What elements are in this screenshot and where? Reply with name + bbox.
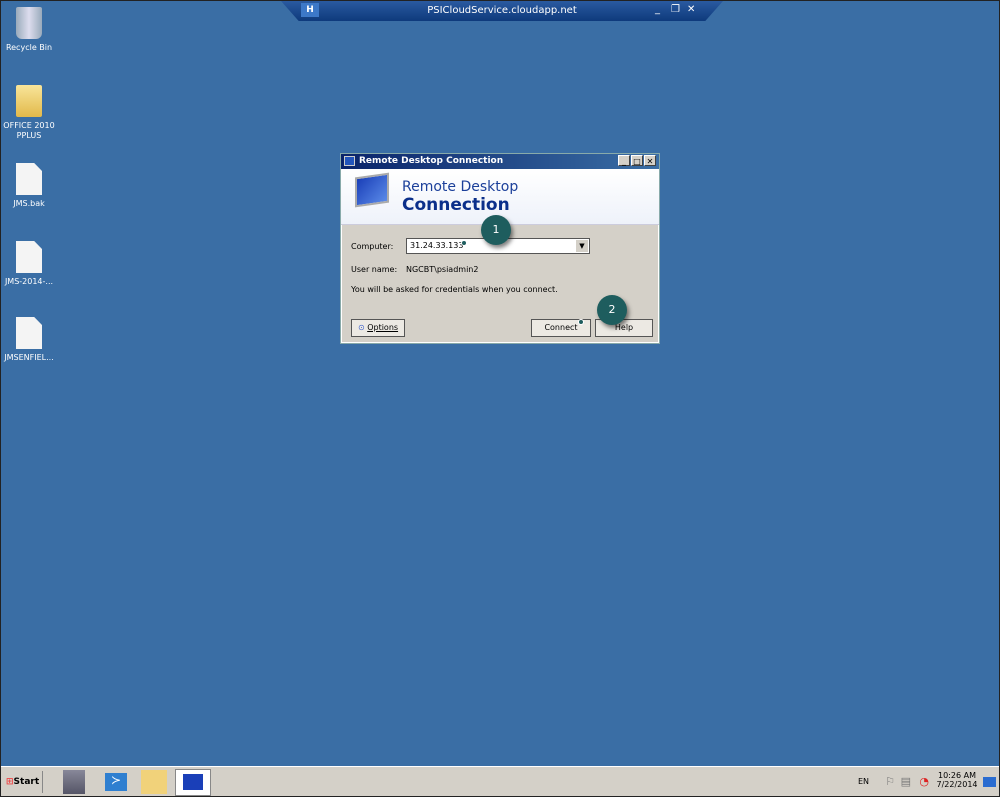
monitor-icon bbox=[355, 172, 389, 208]
username-value: NGCBT\psiadmin2 bbox=[406, 265, 479, 274]
minimize-icon[interactable]: _ bbox=[655, 4, 660, 15]
dialog-titlebar[interactable]: Remote Desktop Connection _ □ ✕ bbox=[341, 154, 659, 169]
icon-label: JMSENFIEL... bbox=[4, 353, 54, 362]
callout-1: 1 bbox=[481, 215, 511, 245]
minimize-button[interactable]: _ bbox=[618, 155, 630, 166]
rdc-small-icon bbox=[344, 156, 355, 166]
desktop-icon-office[interactable]: OFFICE 2010 PPLUS bbox=[0, 85, 61, 141]
start-button[interactable]: ⊞Start bbox=[3, 771, 43, 793]
recycle-bin-icon bbox=[16, 7, 42, 39]
remote-desktop-icon bbox=[183, 774, 203, 790]
desktop-icon-jms-bak[interactable]: JMS.bak bbox=[0, 163, 61, 209]
callout-1-pointer bbox=[461, 240, 467, 246]
icon-label: JMS.bak bbox=[13, 199, 45, 208]
close-icon[interactable]: ✕ bbox=[687, 4, 695, 15]
computer-label: Computer: bbox=[351, 242, 394, 251]
options-button[interactable]: ⊙ Options bbox=[351, 319, 405, 337]
banner-line2: Connection bbox=[402, 195, 510, 215]
maximize-button[interactable]: □ bbox=[631, 155, 643, 166]
volume-muted-icon[interactable]: ◔ bbox=[919, 775, 929, 788]
explorer-icon[interactable] bbox=[141, 770, 167, 794]
powershell-icon[interactable]: ≻ bbox=[105, 773, 127, 791]
clock-date: 7/22/2014 bbox=[936, 780, 978, 789]
start-label: Start bbox=[13, 777, 40, 787]
icon-label: OFFICE 2010 PPLUS bbox=[3, 121, 55, 140]
windows-logo-icon: ⊞ bbox=[6, 777, 14, 787]
clock-time: 10:26 AM bbox=[938, 771, 976, 780]
show-desktop-icon[interactable] bbox=[983, 777, 996, 787]
server-manager-icon[interactable] bbox=[63, 770, 85, 794]
chevron-down-icon[interactable]: ▼ bbox=[576, 240, 588, 252]
session-bar: H PSICloudService.cloudapp.net _ ❐ ✕ bbox=[281, 1, 723, 21]
dialog-title: Remote Desktop Connection bbox=[359, 156, 504, 166]
action-center-flag-icon[interactable]: ⚐ bbox=[885, 775, 895, 788]
options-label: Options bbox=[367, 323, 399, 332]
desktop-icon-jmsenfiel[interactable]: JMSENFIEL... bbox=[0, 317, 61, 363]
credentials-info: You will be asked for credentials when y… bbox=[351, 285, 558, 294]
restore-icon[interactable]: ❐ bbox=[671, 4, 680, 15]
language-indicator[interactable]: EN bbox=[858, 777, 869, 786]
close-button[interactable]: ✕ bbox=[644, 155, 656, 166]
desktop-icon-jms-2014[interactable]: JMS-2014-... bbox=[0, 241, 61, 287]
folder-icon bbox=[16, 85, 42, 117]
remote-desktop-taskbar-button[interactable] bbox=[175, 769, 211, 796]
icon-label: JMS-2014-... bbox=[4, 277, 54, 286]
file-icon bbox=[16, 163, 42, 195]
taskbar: ⊞Start ≻ EN ⚐ ▤ ◔ 10:26 AM 7/22/2014 bbox=[1, 766, 999, 796]
banner-line1: Remote Desktop bbox=[402, 179, 519, 195]
icon-label: Recycle Bin bbox=[5, 43, 53, 52]
chevron-down-icon: ⊙ bbox=[357, 323, 365, 332]
username-label: User name: bbox=[351, 265, 398, 274]
file-icon bbox=[16, 241, 42, 273]
network-icon[interactable]: ▤ bbox=[901, 775, 911, 788]
file-icon bbox=[16, 317, 42, 349]
computer-value[interactable]: 31.24.33.133 bbox=[410, 241, 463, 250]
clock[interactable]: 10:26 AM 7/22/2014 bbox=[935, 771, 979, 789]
desktop-icon-recycle-bin[interactable]: Recycle Bin bbox=[0, 7, 61, 53]
callout-2: 2 bbox=[597, 295, 627, 325]
callout-2-pointer bbox=[578, 319, 584, 325]
